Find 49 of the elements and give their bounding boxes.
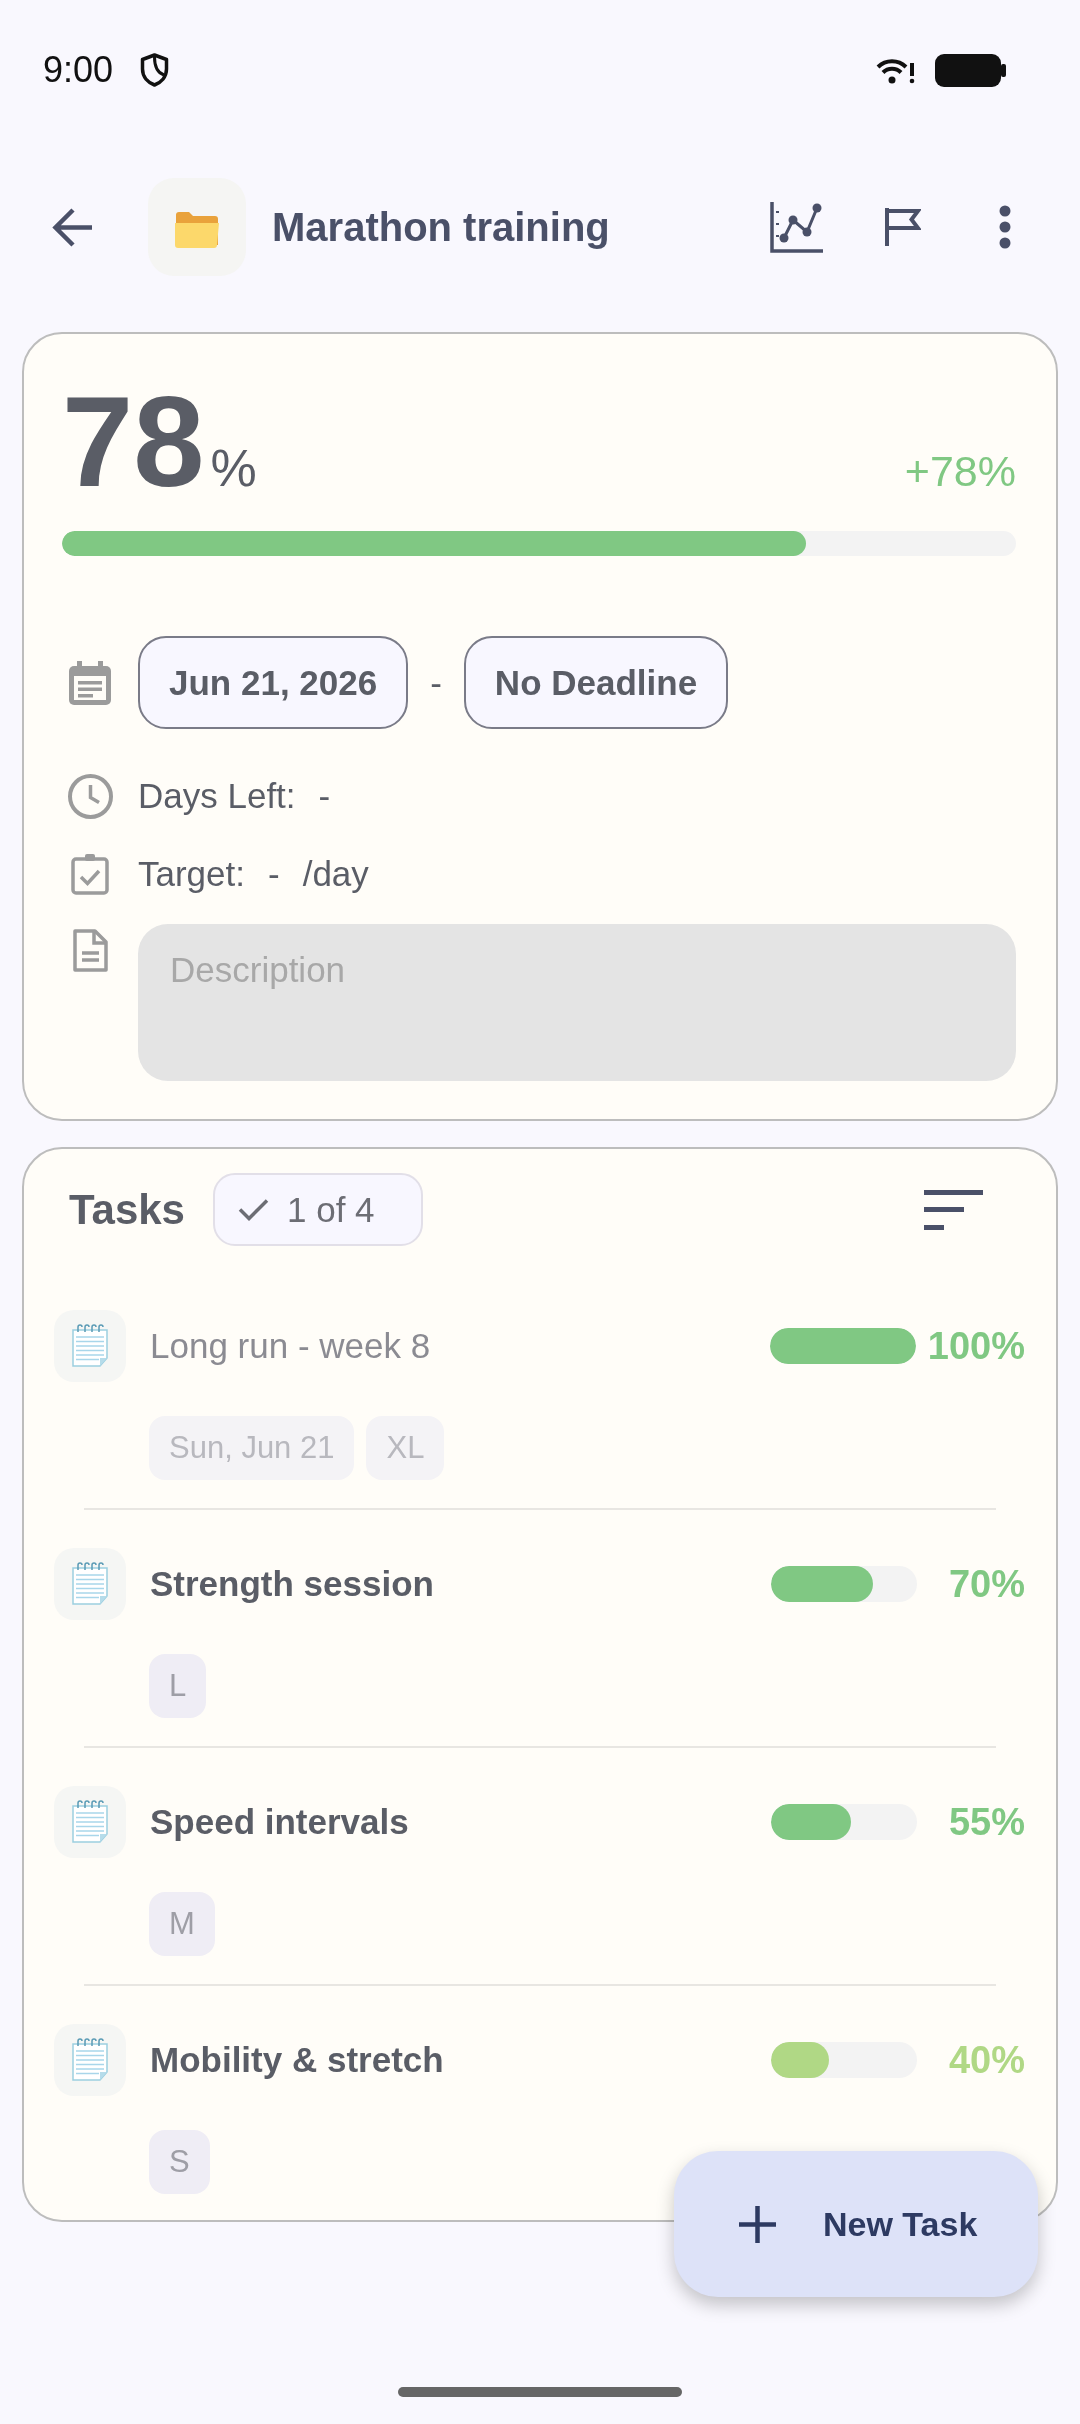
notepad-icon <box>54 2024 126 2096</box>
task-percent: 55% <box>947 1800 1025 1844</box>
progress-change: +78% <box>904 450 1016 493</box>
shield-icon <box>140 53 170 87</box>
sort-icon <box>924 1189 983 1230</box>
battery-icon <box>935 53 1006 87</box>
task-tag: M <box>149 1892 215 1956</box>
back-arrow-icon <box>50 206 94 248</box>
calendar-icon <box>69 660 111 705</box>
description-field[interactable]: Description <box>138 924 1016 1081</box>
task-title[interactable]: Strength session <box>150 1564 771 1604</box>
clipboard-check-icon <box>71 853 109 895</box>
target-value: - <box>268 854 280 894</box>
task-title[interactable]: Long run - week 8 <box>150 1326 770 1366</box>
document-icon <box>72 929 108 972</box>
plus-icon <box>739 2205 776 2243</box>
more-icon <box>999 205 1011 249</box>
task-title[interactable]: Mobility & stretch <box>150 2040 771 2080</box>
task-title[interactable]: Speed intervals <box>150 1802 771 1842</box>
line-chart-icon <box>769 201 823 253</box>
target-unit: /day <box>302 854 369 894</box>
new-task-button[interactable]: New Task <box>674 2151 1038 2297</box>
task-tag: Sun, Jun 21 <box>149 1416 355 1480</box>
target-label: Target: <box>138 854 245 894</box>
days-left-value: - <box>318 776 331 816</box>
task-percent: 70% <box>947 1562 1025 1606</box>
date-separator: - <box>430 662 442 703</box>
start-date-button[interactable]: Jun 21, 2026 <box>138 636 409 729</box>
wifi-icon <box>876 56 916 84</box>
tasks-title: Tasks <box>69 1185 185 1234</box>
status-time: 9:00 <box>43 52 114 88</box>
folder-icon <box>148 178 246 276</box>
task-tag: S <box>149 2130 210 2194</box>
task-percent: 100% <box>927 1324 1025 1368</box>
check-icon <box>238 1198 269 1221</box>
flag-icon <box>885 208 921 246</box>
task-tag: XL <box>366 1416 445 1480</box>
task-percent: 40% <box>947 2038 1025 2082</box>
percent-unit: % <box>210 442 257 494</box>
notepad-icon <box>54 1548 126 1620</box>
page-title: Marathon training <box>272 204 611 250</box>
notepad-icon <box>54 1786 126 1858</box>
days-left-label: Days Left: <box>138 776 296 816</box>
clock-icon <box>67 773 113 819</box>
task-tag: L <box>149 1654 207 1718</box>
completed-count: 1 of 4 <box>287 1189 375 1230</box>
notepad-icon <box>54 1310 126 1382</box>
progress-value: 78 <box>62 378 205 506</box>
deadline-button[interactable]: No Deadline <box>463 636 729 729</box>
